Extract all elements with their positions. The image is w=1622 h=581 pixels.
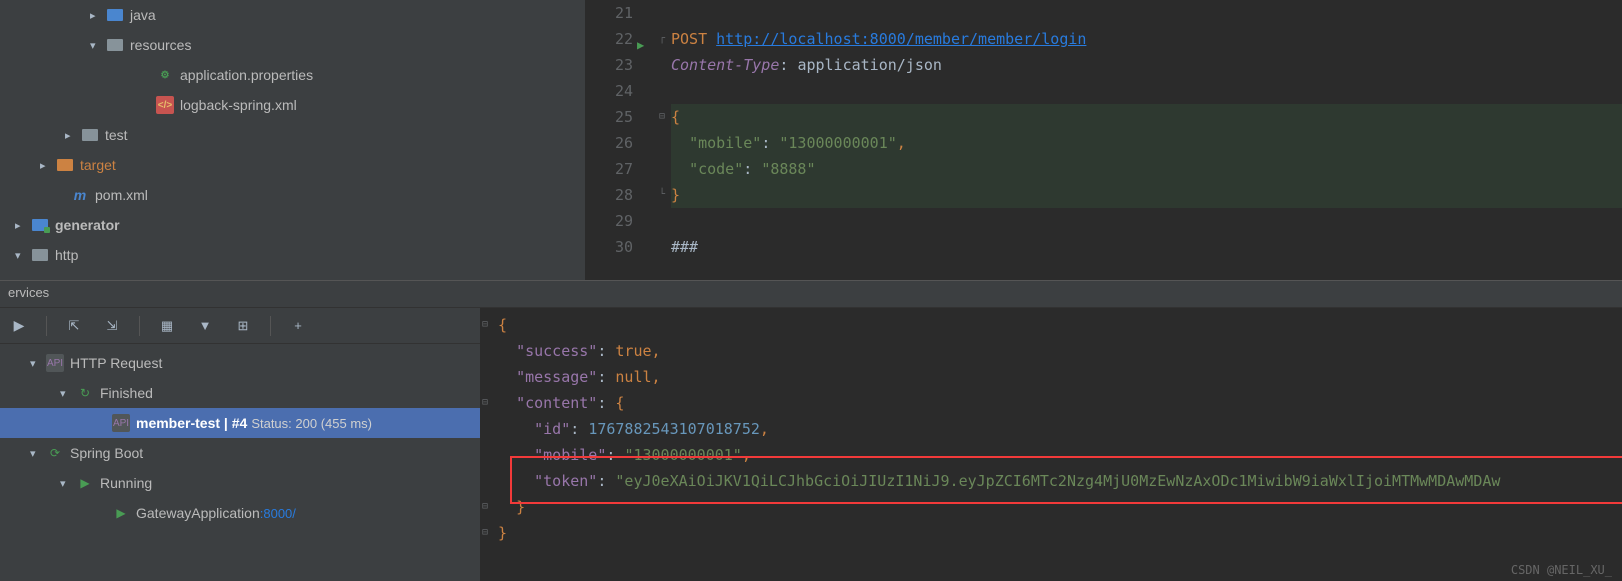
http-method: POST (671, 30, 707, 48)
xml-file-icon: </> (156, 96, 174, 114)
service-label: HTTP Request (70, 355, 162, 371)
services-panel: ▶ ⇱ ⇲ ▦ ▼ ⊞ + API HTTP Request ↻ Finishe… (0, 308, 480, 581)
watermark: CSDN @NEIL_XU_ (1511, 563, 1612, 577)
chevron-down-icon (15, 249, 29, 262)
chevron-right-icon (65, 129, 79, 142)
service-label: Spring Boot (70, 445, 143, 461)
chevron-down-icon (30, 447, 44, 460)
tree-label: target (80, 157, 116, 173)
service-label: Finished (100, 385, 153, 401)
play-icon: ▶ (76, 474, 94, 492)
maven-file-icon: m (71, 186, 89, 204)
chevron-down-icon (60, 387, 74, 400)
folder-icon (81, 126, 99, 144)
line-number: 28 (585, 182, 633, 208)
service-label: Running (100, 475, 152, 491)
line-number: 23 (585, 52, 633, 78)
run-number: #4 (232, 415, 248, 431)
folder-icon (106, 6, 124, 24)
folder-icon (31, 246, 49, 264)
tree-folder-test[interactable]: test (0, 120, 585, 150)
chevron-down-icon (60, 477, 74, 490)
tree-label: generator (55, 217, 120, 233)
chevron-down-icon (30, 357, 44, 370)
chevron-down-icon (90, 39, 104, 52)
group-by-button[interactable]: ▦ (156, 315, 178, 337)
run-name: member-test (136, 415, 220, 431)
services-title: ervices (8, 285, 49, 300)
run-gutter-icon[interactable]: ▶ (637, 32, 644, 58)
line-number: 25 (585, 104, 633, 130)
line-number: 27 (585, 156, 633, 182)
layout-button[interactable]: ⊞ (232, 315, 254, 337)
response-panel[interactable]: ⊟{ "success": true, "message": null, ⊟ "… (480, 308, 1622, 581)
tree-folder-java[interactable]: java (0, 0, 585, 30)
service-run-member-test[interactable]: API member-test | #4 Status: 200 (455 ms… (0, 408, 480, 438)
resources-folder-icon (106, 36, 124, 54)
chevron-right-icon (15, 219, 29, 232)
fold-column[interactable]: ┌⊟└ (653, 0, 671, 280)
tree-label: logback-spring.xml (180, 97, 297, 113)
app-name: GatewayApplication (136, 505, 260, 521)
api-icon: API (112, 414, 130, 432)
tree-label: application.properties (180, 67, 313, 83)
app-port: :8000/ (260, 506, 296, 521)
editor-content[interactable]: POST http://localhost:8000/member/member… (671, 0, 1622, 280)
add-button[interactable]: + (287, 315, 309, 337)
expand-all-button[interactable]: ⇱ (63, 315, 85, 337)
line-number: 24 (585, 78, 633, 104)
service-finished-group[interactable]: ↻ Finished (0, 378, 480, 408)
run-status: Status: 200 (455 ms) (251, 416, 372, 431)
tree-folder-resources[interactable]: resources (0, 30, 585, 60)
api-icon: API (46, 354, 64, 372)
service-http-request[interactable]: API HTTP Request (0, 348, 480, 378)
collapse-all-button[interactable]: ⇲ (101, 315, 123, 337)
run-button[interactable]: ▶ (8, 315, 30, 337)
code-editor[interactable]: 21 22▶ 23 24 25 26 27 28 29 30 ┌⊟└ POST … (585, 0, 1622, 280)
tree-file-pom[interactable]: m pom.xml (0, 180, 585, 210)
tree-label: resources (130, 37, 191, 53)
chevron-right-icon (40, 159, 54, 172)
tree-folder-generator[interactable]: generator (0, 210, 585, 240)
services-toolbar: ▶ ⇱ ⇲ ▦ ▼ ⊞ + (0, 308, 480, 344)
line-number: 30 (585, 234, 633, 260)
target-folder-icon (56, 156, 74, 174)
line-number: 29 (585, 208, 633, 234)
line-number: 26 (585, 130, 633, 156)
tree-label: java (130, 7, 156, 23)
tree-label: http (55, 247, 78, 263)
services-tree: API HTTP Request ↻ Finished API member-t… (0, 344, 480, 532)
spring-icon: ⟳ (46, 444, 64, 462)
gutter[interactable]: 21 22▶ 23 24 25 26 27 28 29 30 (585, 0, 653, 280)
tree-label: pom.xml (95, 187, 148, 203)
tree-file-application-properties[interactable]: ⚙ application.properties (0, 60, 585, 90)
tree-folder-target[interactable]: target (0, 150, 585, 180)
request-separator: ### (671, 238, 698, 256)
project-tree[interactable]: java resources ⚙ application.properties … (0, 0, 585, 280)
play-icon: ▶ (112, 504, 130, 522)
service-gateway-app[interactable]: ▶ GatewayApplication :8000/ (0, 498, 480, 528)
header-key: Content-Type (671, 56, 779, 74)
line-number: 22▶ (585, 26, 633, 52)
services-tab[interactable]: ervices (0, 280, 1622, 308)
properties-file-icon: ⚙ (156, 66, 174, 84)
header-value: application/json (797, 56, 942, 74)
refresh-icon: ↻ (76, 384, 94, 402)
chevron-right-icon (90, 9, 104, 22)
service-running-group[interactable]: ▶ Running (0, 468, 480, 498)
filter-button[interactable]: ▼ (194, 315, 216, 337)
tree-label: test (105, 127, 128, 143)
tree-folder-http[interactable]: http (0, 240, 585, 270)
line-number: 21 (585, 0, 633, 26)
tree-file-logback[interactable]: </> logback-spring.xml (0, 90, 585, 120)
module-folder-icon (31, 216, 49, 234)
request-url: http://localhost:8000/member/member/logi… (716, 30, 1086, 48)
service-spring-boot[interactable]: ⟳ Spring Boot (0, 438, 480, 468)
